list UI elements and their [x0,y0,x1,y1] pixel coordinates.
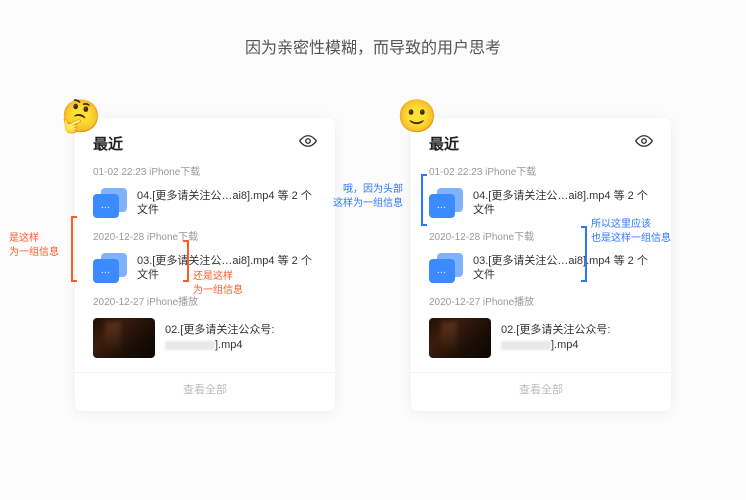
file-stack-icon: … … [93,188,127,218]
cards-container: 🤔 最近 01-02 22:23 iPhone下载 … … 04.[更多请关注公… [0,118,746,411]
eye-icon[interactable] [635,132,653,155]
file-row-1[interactable]: … … 04.[更多请关注公…ai8].mp4 等 2 个文件 [75,184,335,226]
card-left-header: 最近 [75,118,335,161]
card-right: 🙂 最近 01-02 22:23 iPhone下载 … … 04.[更多请关注公… [411,118,671,411]
file-row-3[interactable]: 02.[更多请关注公众号: ].mp4 [411,314,671,370]
file-text-2: 03.[更多请关注公…ai8].mp4 等 2 个文件 [473,254,653,283]
eye-icon[interactable] [299,132,317,155]
date-line: 01-02 22:23 iPhone下载 [75,161,335,184]
file-row-3[interactable]: 02.[更多请关注公众号: ].mp4 [75,314,335,370]
bracket-right [581,226,587,282]
annotation-left: 是这样为一组信息 [9,232,59,260]
bracket-left [71,216,77,282]
view-all-left[interactable]: 查看全部 [75,372,335,403]
blurred-text [165,341,215,350]
video-thumbnail [93,318,155,358]
bracket-top [421,174,427,226]
smile-emoji: 🙂 [397,100,437,132]
card-right-header: 最近 [411,118,671,161]
date-line: 2020-12-28 iPhone下载 [75,226,335,249]
section-title-left: 最近 [93,133,123,154]
date-line: 2020-12-27 iPhone播放 [411,291,671,314]
annotation-right: 所以这里应该也是这样一组信息 [591,218,671,246]
blurred-text [501,341,551,350]
thinking-emoji: 🤔 [61,100,101,132]
video-thumbnail [429,318,491,358]
file-row-2[interactable]: … … 03.[更多请关注公…ai8].mp4 等 2 个文件 [411,249,671,291]
annotation-top: 哦，因为头部这样为一组信息 [333,183,403,211]
file-text-1: 04.[更多请关注公…ai8].mp4 等 2 个文件 [473,189,653,218]
annotation-mid: 还是这样为一组信息 [193,270,243,298]
page-title: 因为亲密性模糊，而导致的用户思考 [0,0,746,58]
bracket-mid [183,240,189,282]
file-text-3: 02.[更多请关注公众号: ].mp4 [165,323,274,354]
file-stack-icon: … … [429,253,463,283]
date-line: 01-02 22:23 iPhone下载 [411,161,671,184]
file-stack-icon: … … [429,188,463,218]
file-text-3: 02.[更多请关注公众号: ].mp4 [501,323,610,354]
card-left: 🤔 最近 01-02 22:23 iPhone下载 … … 04.[更多请关注公… [75,118,335,411]
file-stack-icon: … … [93,253,127,283]
view-all-right[interactable]: 查看全部 [411,372,671,403]
file-text-1: 04.[更多请关注公…ai8].mp4 等 2 个文件 [137,189,317,218]
section-title-right: 最近 [429,133,459,154]
